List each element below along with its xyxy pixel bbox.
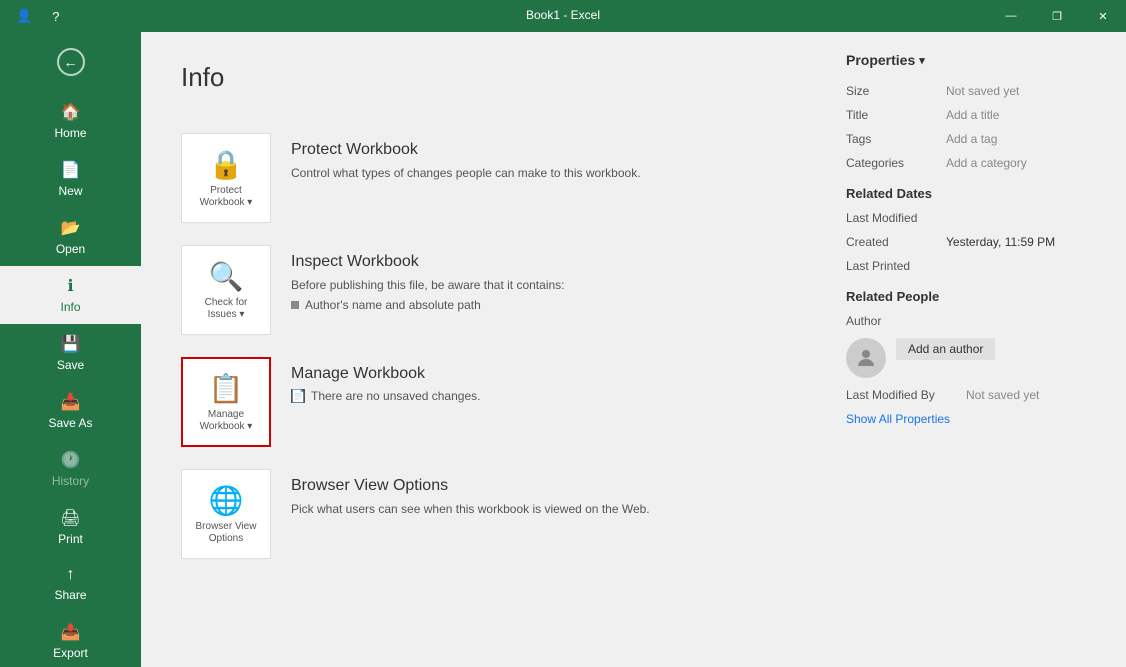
last-modified-row: Last Modified <box>846 211 1106 225</box>
back-button[interactable]: ← <box>0 32 141 92</box>
categories-row: Categories Add a category <box>846 156 1106 170</box>
protect-icon-label: ProtectWorkbook ▾ <box>200 185 253 209</box>
maximize-button[interactable]: ❐ <box>1034 0 1080 32</box>
sidebar-item-info[interactable]: ℹ Info <box>0 266 141 324</box>
inspect-workbook-desc: Before publishing this file, be aware th… <box>291 277 786 294</box>
browser-icon-label: Browser ViewOptions <box>196 521 257 545</box>
share-icon: ↑ <box>67 566 75 584</box>
sidebar-item-print[interactable]: 🖨 Print <box>0 498 141 556</box>
manage-icon-label: ManageWorkbook ▾ <box>200 409 253 433</box>
protect-workbook-title: Protect Workbook <box>291 141 786 159</box>
last-printed-row: Last Printed <box>846 259 1106 273</box>
browser-view-button[interactable]: 🌐 Browser ViewOptions <box>181 469 271 559</box>
manage-workbook-button[interactable]: 📋 ManageWorkbook ▾ <box>181 357 271 447</box>
browser-icon: 🌐 <box>209 484 244 517</box>
print-icon: 🖨 <box>60 508 80 528</box>
history-icon: 🕐 <box>61 450 81 470</box>
properties-panel: Properties ▾ Size Not saved yet Title Ad… <box>826 32 1126 667</box>
title-bar: 👤 ? Book1 - Excel — ❐ ✕ <box>0 0 1126 32</box>
show-all-properties-link[interactable]: Show All Properties <box>846 412 1106 426</box>
minimize-button[interactable]: — <box>988 0 1034 32</box>
manage-icon: 📋 <box>209 372 244 405</box>
properties-title: Properties ▾ <box>846 52 1106 68</box>
app-title: Book1 - Excel <box>526 8 600 22</box>
protect-workbook-button[interactable]: 🔒 ProtectWorkbook ▾ <box>181 133 271 223</box>
browser-view-title: Browser View Options <box>291 477 786 495</box>
tags-row: Tags Add a tag <box>846 132 1106 146</box>
add-author-button[interactable]: Add an author <box>896 338 995 360</box>
main-content: Info 🔒 ProtectWorkbook ▾ Protect Workboo… <box>141 32 826 667</box>
sidebar-item-history: 🕐 History <box>0 440 141 498</box>
title-row: Title Add a title <box>846 108 1106 122</box>
check-issues-label: Check forIssues ▾ <box>205 297 248 321</box>
back-circle-icon: ← <box>57 48 85 76</box>
inspect-workbook-title: Inspect Workbook <box>291 253 786 271</box>
inspect-workbook-sub: Author's name and absolute path <box>291 298 786 312</box>
sidebar-item-saveas[interactable]: 📥 Save As <box>0 382 141 440</box>
export-icon: 📤 <box>61 622 81 642</box>
lock-icon: 🔒 <box>209 148 244 181</box>
protect-workbook-desc: Control what types of changes people can… <box>291 165 786 182</box>
size-row: Size Not saved yet <box>846 84 1106 98</box>
last-modified-by-row: Last Modified By Not saved yet <box>846 388 1106 402</box>
protect-workbook-card: 🔒 ProtectWorkbook ▾ Protect Workbook Con… <box>181 123 786 233</box>
person-icon[interactable]: 👤 <box>8 4 40 28</box>
bullet-icon <box>291 301 299 309</box>
title-bar-icons: 👤 ? <box>8 4 67 28</box>
protect-workbook-text: Protect Workbook Control what types of c… <box>291 133 786 182</box>
check-issues-button[interactable]: 🔍 Check forIssues ▾ <box>181 245 271 335</box>
doc-bullet-icon: 📄 <box>291 389 305 403</box>
inspect-workbook-text: Inspect Workbook Before publishing this … <box>291 245 786 312</box>
saveas-icon: 📥 <box>61 392 81 412</box>
info-icon: ℹ <box>67 276 73 296</box>
author-row: Author <box>846 314 1106 328</box>
manage-workbook-card: 📋 ManageWorkbook ▾ Manage Workbook 📄 The… <box>181 347 786 457</box>
sidebar: ← 🏠 Home 📄 New 📂 Open ℹ Info 💾 Save 📥 Sa… <box>0 32 141 667</box>
sidebar-item-home[interactable]: 🏠 Home <box>0 92 141 150</box>
page-title: Info <box>181 62 786 93</box>
related-people-title: Related People <box>846 289 1106 304</box>
close-button[interactable]: ✕ <box>1080 0 1126 32</box>
app-body: ← 🏠 Home 📄 New 📂 Open ℹ Info 💾 Save 📥 Sa… <box>0 32 1126 667</box>
new-doc-icon: 📄 <box>61 160 81 180</box>
manage-workbook-sub: 📄 There are no unsaved changes. <box>291 389 786 403</box>
browser-view-card: 🌐 Browser ViewOptions Browser View Optio… <box>181 459 786 569</box>
sidebar-item-new[interactable]: 📄 New <box>0 150 141 208</box>
open-folder-icon: 📂 <box>61 218 81 238</box>
sidebar-item-open[interactable]: 📂 Open <box>0 208 141 266</box>
author-info: Add an author <box>896 338 1106 378</box>
related-dates-title: Related Dates <box>846 186 1106 201</box>
properties-fields: Size Not saved yet Title Add a title Tag… <box>846 84 1106 170</box>
author-area: Add an author <box>846 338 1106 378</box>
home-icon: 🏠 <box>61 102 81 122</box>
sidebar-item-save[interactable]: 💾 Save <box>0 324 141 382</box>
dates-fields: Last Modified Created Yesterday, 11:59 P… <box>846 211 1106 273</box>
info-section: 🔒 ProtectWorkbook ▾ Protect Workbook Con… <box>181 123 786 569</box>
browser-view-text: Browser View Options Pick what users can… <box>291 469 786 518</box>
manage-workbook-text: Manage Workbook 📄 There are no unsaved c… <box>291 357 786 403</box>
browser-view-desc: Pick what users can see when this workbo… <box>291 501 786 518</box>
inspect-workbook-card: 🔍 Check forIssues ▾ Inspect Workbook Bef… <box>181 235 786 345</box>
inspect-icon: 🔍 <box>209 260 244 293</box>
help-icon[interactable]: ? <box>44 5 67 28</box>
author-avatar <box>846 338 886 378</box>
sidebar-item-share[interactable]: ↑ Share <box>0 556 141 612</box>
sidebar-item-export[interactable]: 📤 Export <box>0 612 141 667</box>
manage-workbook-title: Manage Workbook <box>291 365 786 383</box>
window-controls: — ❐ ✕ <box>988 0 1126 32</box>
created-row: Created Yesterday, 11:59 PM <box>846 235 1106 249</box>
save-icon: 💾 <box>61 334 81 354</box>
